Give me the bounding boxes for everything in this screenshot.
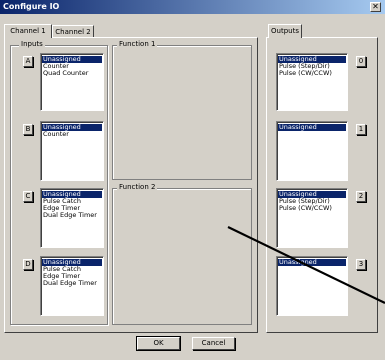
input-listbox-a[interactable]: Unassigned Counter Quad Counter — [40, 53, 104, 111]
input-listbox-d[interactable]: Unassigned Pulse Catch Edge Timer Dual Edge… — [40, 256, 104, 316]
list-item[interactable]: Pulse (CW/CCW) — [278, 205, 346, 212]
list-item[interactable]: Dual Edge Timer — [42, 280, 102, 287]
function-1-panel — [112, 45, 252, 180]
list-item[interactable]: Dual Edge Timer — [42, 212, 102, 219]
tab-channel-2[interactable]: Channel 2 — [52, 25, 94, 37]
output-listbox-3[interactable]: Unassigned — [276, 256, 348, 316]
list-item[interactable]: Unassigned — [278, 259, 346, 266]
ok-button[interactable]: OK — [136, 336, 181, 351]
output-listbox-2[interactable]: Unassigned Pulse (Step/Dir) Pulse (CW/CCW) — [276, 188, 348, 248]
input-channel-button-d[interactable]: D — [23, 259, 33, 270]
cancel-button[interactable]: Cancel — [192, 337, 235, 350]
inputs-group-label: Inputs — [19, 40, 45, 48]
output-listbox-0[interactable]: Unassigned Pulse (Step/Dir) Pulse (CW/CCW) — [276, 53, 348, 111]
output-channel-button-1[interactable]: 1 — [356, 124, 366, 135]
tab-outputs[interactable]: Outputs — [268, 24, 302, 38]
close-icon: ✕ — [372, 2, 379, 11]
list-item[interactable]: Pulse (CW/CCW) — [278, 70, 346, 77]
input-channel-button-a[interactable]: A — [23, 56, 33, 67]
input-listbox-b[interactable]: Unassigned Counter — [40, 121, 104, 181]
list-item[interactable]: Counter — [42, 131, 102, 138]
close-button[interactable]: ✕ — [370, 2, 381, 12]
window-title: Configure IO — [3, 2, 60, 11]
input-channel-button-b[interactable]: B — [23, 124, 33, 135]
function-1-label: Function 1 — [117, 40, 158, 48]
input-channel-button-c[interactable]: C — [23, 191, 33, 202]
function-2-panel — [112, 188, 252, 325]
input-listbox-c[interactable]: Unassigned Pulse Catch Edge Timer Dual Edge… — [40, 188, 104, 248]
output-channel-button-0[interactable]: 0 — [356, 56, 366, 67]
output-channel-button-2[interactable]: 2 — [356, 191, 366, 202]
list-item[interactable]: Unassigned — [278, 124, 346, 131]
list-item[interactable]: Quad Counter — [42, 70, 102, 77]
function-2-label: Function 2 — [117, 183, 158, 191]
output-listbox-1[interactable]: Unassigned — [276, 121, 348, 181]
output-channel-button-3[interactable]: 3 — [356, 259, 366, 270]
tab-channel-1[interactable]: Channel 1 — [4, 24, 52, 38]
